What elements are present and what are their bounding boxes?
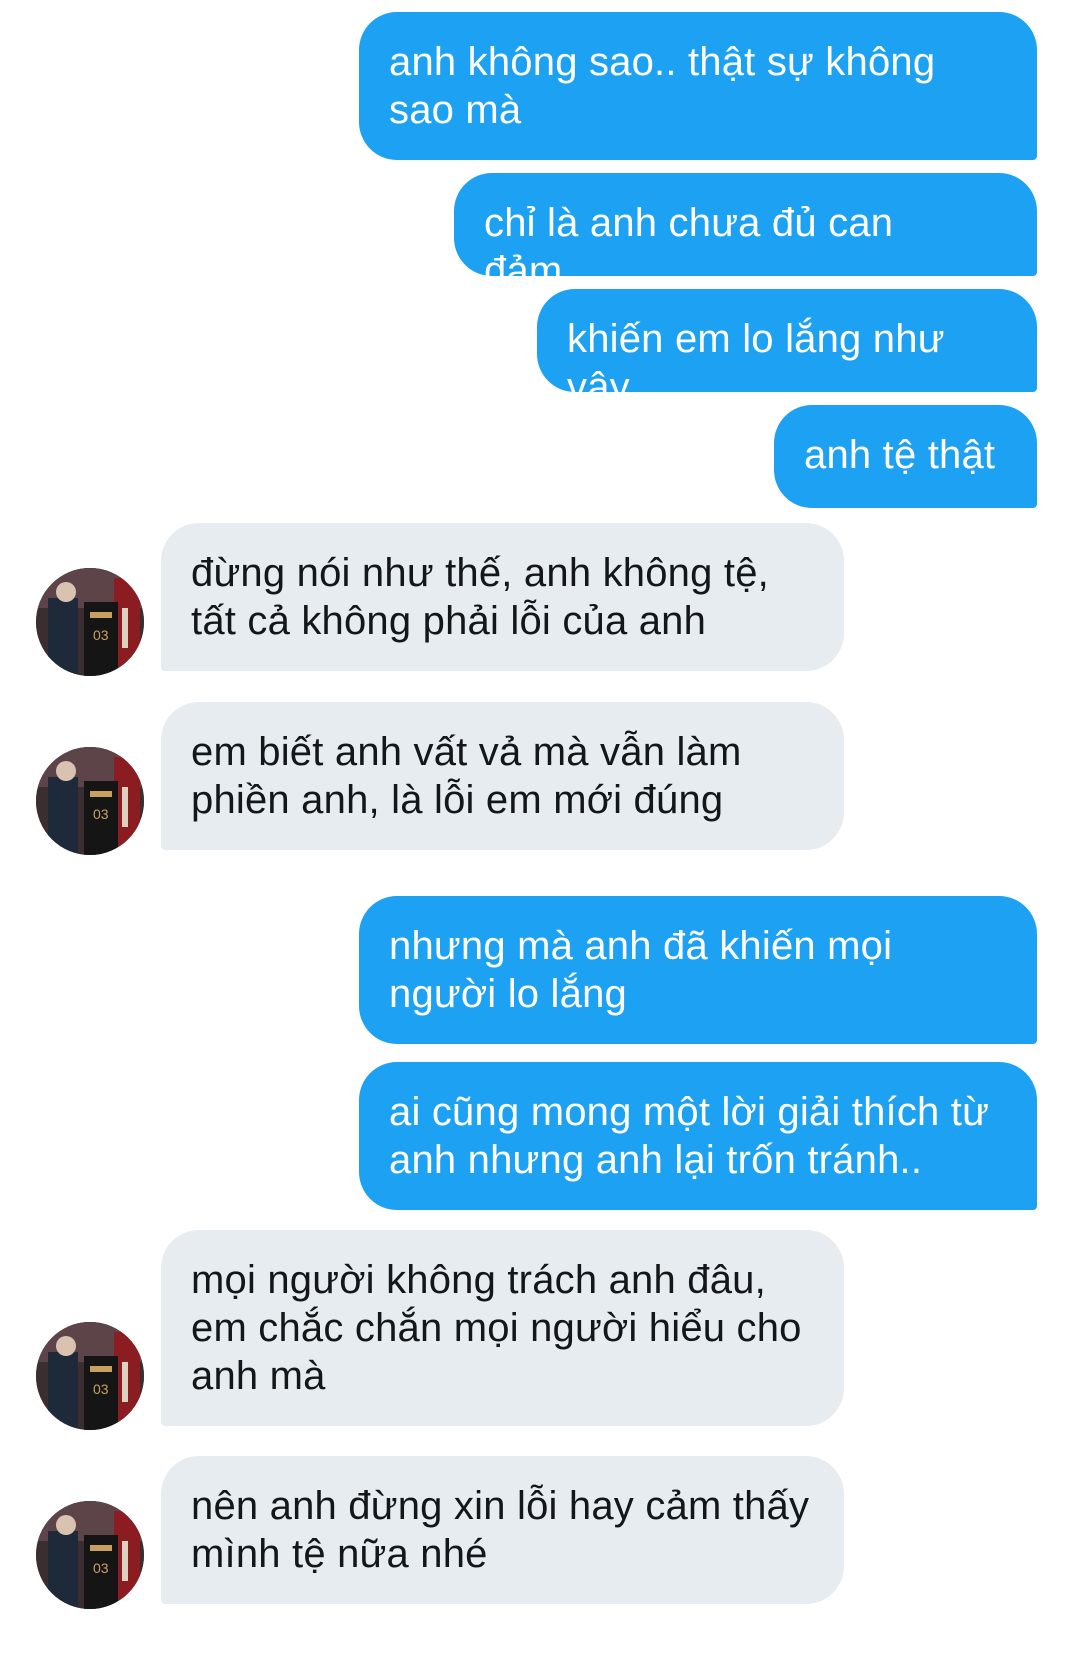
contact-avatar[interactable]: 03: [36, 1322, 144, 1430]
received-message-bubble[interactable]: em biết anh vất vả mà vẫn làm phiền anh,…: [161, 702, 844, 850]
sent-message-bubble[interactable]: anh không sao.. thật sự không sao mà: [359, 12, 1037, 160]
svg-text:03: 03: [93, 806, 109, 822]
sent-message-bubble[interactable]: khiến em lo lắng như vậy: [537, 289, 1037, 409]
profile-photo-avatar-icon: 03: [36, 1322, 144, 1430]
sent-message-bubble[interactable]: nhưng mà anh đã khiến mọi người lo lắng: [359, 896, 1037, 1044]
contact-avatar[interactable]: 03: [36, 568, 144, 676]
svg-text:03: 03: [93, 627, 109, 643]
sent-message-bubble[interactable]: anh tệ thật: [774, 405, 1037, 508]
received-message-bubble[interactable]: nên anh đừng xin lỗi hay cảm thấy mình t…: [161, 1456, 844, 1604]
received-message-bubble[interactable]: mọi người không trách anh đâu, em chắc c…: [161, 1230, 844, 1426]
profile-photo-avatar-icon: 03: [36, 568, 144, 676]
svg-text:03: 03: [93, 1560, 109, 1576]
sent-message-bubble[interactable]: chỉ là anh chưa đủ can đảm...: [454, 173, 1037, 293]
profile-photo-avatar-icon: 03: [36, 1501, 144, 1609]
profile-photo-avatar-icon: 03: [36, 747, 144, 855]
conversation-thread: anh không sao.. thật sự không sao mà chỉ…: [0, 0, 1080, 1663]
sent-message-bubble[interactable]: ai cũng mong một lời giải thích từ anh n…: [359, 1062, 1037, 1210]
received-message-bubble[interactable]: đừng nói như thế, anh không tệ, tất cả k…: [161, 523, 844, 671]
contact-avatar[interactable]: 03: [36, 1501, 144, 1609]
contact-avatar[interactable]: 03: [36, 747, 144, 855]
svg-text:03: 03: [93, 1381, 109, 1397]
